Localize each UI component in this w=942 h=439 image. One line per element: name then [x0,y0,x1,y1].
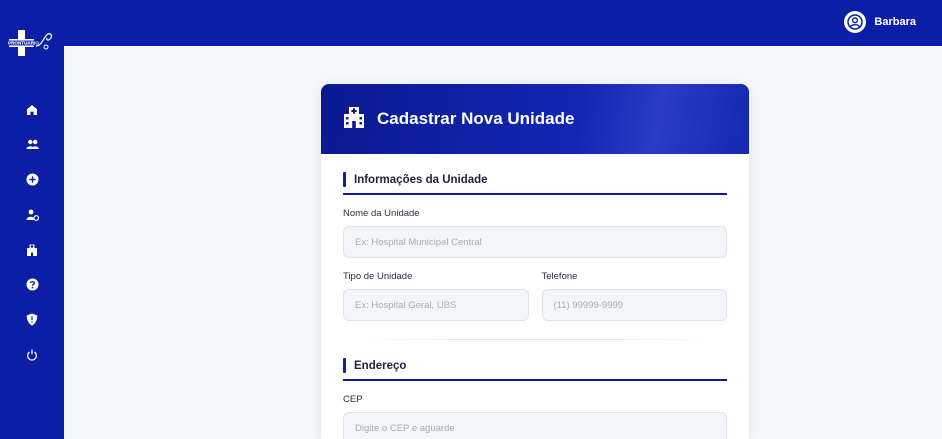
sidebar-item-logout[interactable] [0,337,64,372]
sidebar-item-users[interactable] [0,127,64,162]
sidebar-item-units[interactable] [0,232,64,267]
hospital-icon [343,106,365,133]
cep-input[interactable] [343,412,727,439]
user-menu[interactable]: Barbara [844,10,916,34]
unit-form-card: Cadastrar Nova Unidade Informações da Un… [321,84,749,439]
section-unit-info-title: Informações da Unidade [354,173,488,186]
section-address-title: Endereço [354,359,407,372]
user-gear-icon [26,209,39,221]
sidebar-item-help[interactable] [0,267,64,302]
type-phone-row: Tipo de Unidade Telefone [343,258,727,321]
users-icon [26,139,39,150]
sidebar-nav [0,92,64,372]
unit-type-input[interactable] [343,289,529,321]
phone-label: Telefone [541,271,578,282]
hospital-icon [26,244,38,256]
section-unit-info: Informações da Unidade [343,172,727,195]
home-icon [26,104,38,116]
card-header: Cadastrar Nova Unidade [321,84,749,154]
power-icon [26,349,38,361]
sidebar-item-security[interactable] [0,302,64,337]
sidebar-item-add[interactable] [0,162,64,197]
sidebar-item-home[interactable] [0,92,64,127]
top-bar: Barbara [0,0,942,46]
form-body: Informações da Unidade Nome da Unidade T… [321,154,749,439]
unit-name-input[interactable] [343,226,727,258]
help-icon [26,278,39,291]
sidebar: PRONTUARIO [0,0,64,439]
user-circle-icon [844,11,867,33]
section-marker [343,172,346,187]
phone-group: Telefone [541,258,727,321]
unit-name-label: Nome da Unidade [343,208,420,219]
plus-circle-icon [26,173,39,186]
unit-type-group: Tipo de Unidade [343,258,529,321]
shield-icon [26,313,38,326]
app-logo: PRONTUARIO [6,28,56,58]
unit-type-label: Tipo de Unidade [343,271,413,282]
svg-text:PRONTUARIO: PRONTUARIO [8,41,39,46]
phone-input[interactable] [541,289,727,321]
page-title: Cadastrar Nova Unidade [377,109,575,128]
cep-label: CEP [343,394,363,405]
section-divider [351,339,719,340]
main-content: Cadastrar Nova Unidade Informações da Un… [64,46,942,439]
section-address: Endereço [343,358,727,381]
sidebar-item-user-settings[interactable] [0,197,64,232]
user-name: Barbara [874,16,916,28]
section-marker [343,358,346,373]
